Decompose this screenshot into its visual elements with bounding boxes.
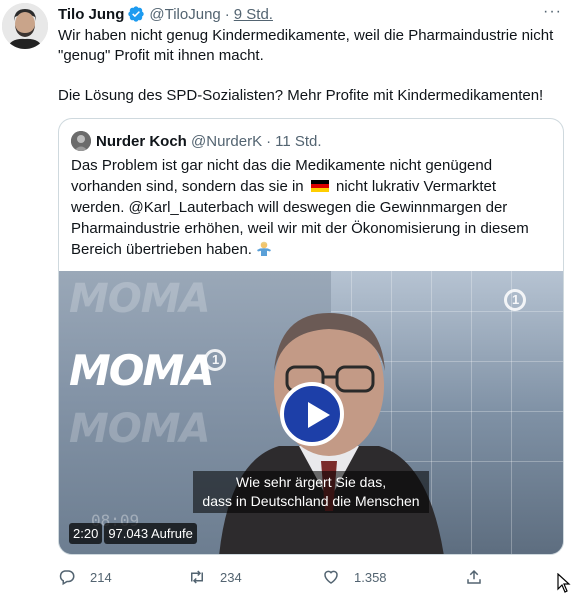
quoted-author-name[interactable]: Nurder Koch — [96, 133, 187, 150]
tweet-header: Tilo Jung @TiloJung · 9 Std. — [58, 4, 273, 24]
heart-icon — [324, 570, 338, 584]
quoted-text-line: Pharmaindustrie erhöhen, weil wir mit de… — [71, 220, 529, 237]
retweet-icon — [191, 570, 203, 584]
quoted-text-line: Das Problem ist gar nicht das die Medika… — [71, 157, 493, 174]
quoted-tweet-timestamp[interactable]: 11 Std. — [275, 133, 321, 150]
play-button[interactable] — [280, 382, 344, 446]
tweet[interactable]: Tilo Jung @TiloJung · 9 Std. ··· Wir hab… — [0, 0, 576, 593]
reply-button[interactable]: 214 — [58, 566, 112, 588]
quoted-author-avatar[interactable] — [71, 131, 91, 151]
video-views: 97.043 Aufrufe — [104, 523, 197, 544]
man-shrugging-emoji-icon — [256, 240, 272, 256]
video-duration: 2:20 — [69, 523, 103, 544]
reply-count: 214 — [90, 569, 112, 585]
share-icon — [467, 569, 481, 584]
quoted-text-line: werden. @Karl_Lauterbach will deswegen d… — [71, 199, 508, 216]
like-count: 1.358 — [354, 569, 387, 585]
mouse-cursor-icon — [557, 572, 571, 593]
reply-icon — [59, 570, 75, 586]
moma-logo-ghost: MOMA — [69, 276, 211, 322]
subtitle-line: dass in Deutschland die Menschen — [202, 493, 420, 509]
like-button[interactable]: 1.358 — [322, 566, 387, 588]
ard-logo-icon: 1 — [504, 289, 526, 311]
tweet-timestamp[interactable]: 9 Std. — [234, 6, 273, 23]
quoted-tweet-header: Nurder Koch @NurderK · 11 Std. — [71, 131, 322, 151]
tweet-text-line: Wir haben nicht genug Kindermedikamente,… — [58, 27, 554, 44]
author-avatar[interactable] — [2, 3, 48, 49]
share-button[interactable] — [465, 566, 497, 588]
quoted-text-segment: Bereich übertrieben haben. — [71, 241, 252, 258]
tweet-text-line: Die Lösung des SPD-Sozialisten? Mehr Pro… — [58, 87, 544, 104]
verified-badge-icon — [127, 5, 145, 23]
quoted-tweet-text: Das Problem ist gar nicht das die Medika… — [71, 155, 556, 260]
separator-dot: · — [266, 132, 272, 150]
germany-flag-icon — [310, 180, 329, 192]
separator-dot: · — [224, 5, 230, 23]
video-player[interactable]: MOMA MOMA MOMA 1 1 08:09 Wie sehr ärgert… — [59, 271, 563, 554]
tweet-actions: 214 234 1.358 — [58, 566, 558, 588]
quoted-text-segment: vorhanden sind, sondern das sie in — [71, 178, 304, 195]
tweet-text: Wir haben nicht genug Kindermedikamente,… — [58, 26, 558, 106]
retweet-count: 234 — [220, 569, 242, 585]
retweet-button[interactable]: 234 — [188, 566, 242, 588]
quoted-text-line: vorhanden sind, sondern das sie in nicht… — [71, 176, 556, 197]
video-info: 2:20 97.043 Aufrufe — [69, 523, 197, 544]
tweet-text-line: "genug" Profit mit ihnen macht. — [58, 47, 264, 64]
moma-logo: MOMA — [69, 346, 215, 395]
moma-logo-ghost: MOMA — [69, 406, 211, 452]
quoted-author-handle[interactable]: @NurderK — [191, 133, 262, 150]
quoted-text-segment: nicht lukrativ Vermarktet — [336, 178, 497, 195]
subtitle-line: Wie sehr ärgert Sie das, — [235, 474, 387, 490]
author-handle[interactable]: @TiloJung — [149, 6, 220, 23]
more-options-icon[interactable]: ··· — [543, 3, 565, 23]
quoted-tweet[interactable]: Nurder Koch @NurderK · 11 Std. Das Probl… — [58, 118, 564, 555]
author-name[interactable]: Tilo Jung — [58, 6, 124, 23]
quoted-text-line: Bereich übertrieben haben. — [71, 239, 556, 260]
video-subtitle: Wie sehr ärgert Sie das, dass in Deutsch… — [193, 471, 429, 513]
